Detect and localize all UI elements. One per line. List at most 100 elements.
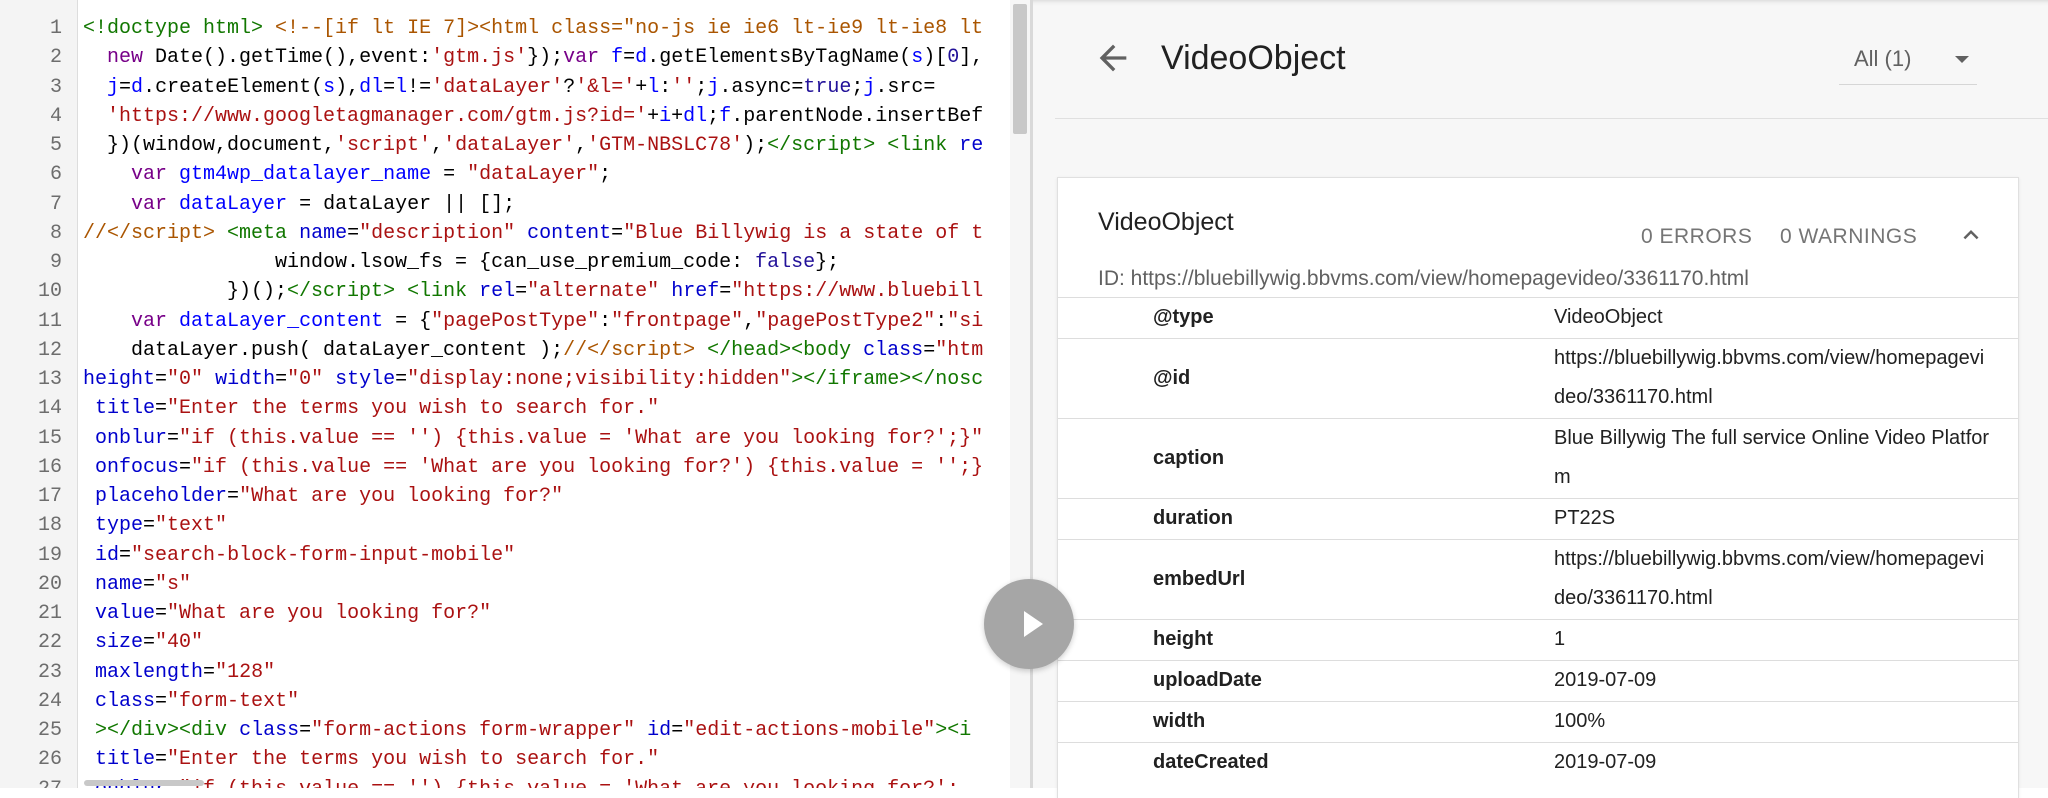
line-number: 26 — [37, 748, 62, 772]
property-value: https://bluebillywig.bbvms.com/view/home… — [1554, 548, 1985, 609]
filter-dropdown[interactable]: All (1) — [1839, 38, 1977, 85]
code-lines[interactable]: 1 <!doctype html> <!--[if lt IE 7]><html … — [0, 14, 1030, 788]
code-text[interactable]: })();</script> <link rel="alternate" hre… — [83, 277, 983, 306]
code-line[interactable]: 10 })();</script> <link rel="alternate" … — [0, 277, 1030, 306]
line-number: 24 — [37, 689, 62, 713]
line-number: 4 — [49, 104, 62, 128]
back-button[interactable] — [1093, 38, 1133, 78]
code-text[interactable]: ></div><div class="form-actions form-wra… — [83, 716, 971, 745]
property-row: height 1 — [1058, 619, 2018, 660]
play-icon — [1024, 611, 1043, 637]
code-line[interactable]: 8 //</script> <meta name="description" co… — [0, 219, 1030, 248]
property-value: Blue Billywig The full service Online Vi… — [1554, 427, 1990, 488]
code-text[interactable]: class="form-text" — [83, 687, 299, 716]
code-text[interactable]: placeholder="What are you looking for?" — [83, 482, 563, 511]
code-line[interactable]: 25 ></div><div class="form-actions form-… — [0, 716, 1030, 745]
property-value: https://bluebillywig.bbvms.com/view/home… — [1554, 347, 1985, 408]
errors-count: 0 ERRORS — [1641, 225, 1753, 248]
code-text[interactable]: window.lsow_fs = {can_use_premium_code: … — [83, 248, 839, 277]
code-text[interactable]: var gtm4wp_datalayer_name = "dataLayer"; — [83, 160, 611, 189]
code-line[interactable]: 21 value="What are you looking for?" — [0, 599, 1030, 628]
line-number: 2 — [49, 46, 62, 70]
results-pane: VideoObject All (1) VideoObject 0 ERRORS… — [1033, 0, 2048, 798]
line-number: 3 — [49, 75, 62, 99]
line-number: 12 — [37, 338, 62, 362]
code-line[interactable]: 23 maxlength="128" — [0, 658, 1030, 687]
code-text[interactable]: var dataLayer_content = {"pagePostType":… — [83, 307, 983, 336]
code-text[interactable]: j=d.createElement(s),dl=l!='dataLayer'?'… — [83, 73, 935, 102]
code-text[interactable]: //</script> <meta name="description" con… — [83, 219, 983, 248]
property-value: 100% — [1554, 710, 1606, 732]
run-test-button[interactable] — [984, 579, 1074, 669]
code-line[interactable]: 1 <!doctype html> <!--[if lt IE 7]><html … — [0, 14, 1030, 43]
line-number: 18 — [37, 514, 62, 538]
line-number: 6 — [49, 163, 62, 187]
code-line[interactable]: 15 onblur="if (this.value == '') {this.v… — [0, 424, 1030, 453]
code-line[interactable]: 12 dataLayer.push( dataLayer_content );/… — [0, 336, 1030, 365]
chevron-up-icon — [1963, 230, 1979, 240]
code-line[interactable]: 7 var dataLayer = dataLayer || []; — [0, 190, 1030, 219]
code-text[interactable]: dataLayer.push( dataLayer_content );//</… — [83, 336, 983, 365]
code-text[interactable]: title="Enter the terms you wish to searc… — [83, 394, 659, 423]
caret-down-icon — [1955, 56, 1969, 63]
code-text[interactable]: maxlength="128" — [83, 658, 275, 687]
property-row: uploadDate 2019-07-09 — [1058, 660, 2018, 701]
property-key: height — [1153, 628, 1213, 650]
code-line[interactable]: 24 class="form-text" — [0, 687, 1030, 716]
line-number: 23 — [37, 660, 62, 684]
header-divider — [1055, 118, 2048, 119]
code-text[interactable]: 'https://www.googletagmanager.com/gtm.js… — [83, 102, 983, 131]
line-number: 14 — [37, 397, 62, 421]
code-text[interactable]: <!doctype html> <!--[if lt IE 7]><html c… — [83, 14, 983, 43]
line-number: 11 — [37, 309, 62, 333]
code-text[interactable]: type="text" — [83, 511, 227, 540]
code-line[interactable]: 3 j=d.createElement(s),dl=l!='dataLayer'… — [0, 73, 1030, 102]
property-row: caption Blue Billywig The full service On… — [1058, 418, 2018, 498]
code-line[interactable]: 11 var dataLayer_content = {"pagePostTyp… — [0, 307, 1030, 336]
collapse-button[interactable] — [1956, 220, 1986, 250]
code-line[interactable]: 9 window.lsow_fs = {can_use_premium_code… — [0, 248, 1030, 277]
code-line[interactable]: 18 type="text" — [0, 511, 1030, 540]
line-number: 8 — [49, 221, 62, 245]
code-text[interactable]: onblur="if (this.value == '') {this.valu… — [83, 424, 983, 453]
property-value: 1 — [1554, 628, 1566, 650]
property-row: dateCreated 2019-07-09 — [1058, 742, 2018, 783]
page-title: VideoObject — [1161, 39, 1346, 77]
property-key: dateCreated — [1153, 751, 1269, 773]
code-horizontal-scrollbar-thumb[interactable] — [84, 780, 204, 786]
property-row: @id https://bluebillywig.bbvms.com/view/h… — [1058, 338, 2018, 418]
code-text[interactable]: new Date().getTime(),event:'gtm.js'});va… — [83, 43, 983, 72]
code-text[interactable]: height="0" width="0" style="display:none… — [83, 365, 983, 394]
line-number: 7 — [49, 192, 62, 216]
code-line[interactable]: 16 onfocus="if (this.value == 'What are … — [0, 453, 1030, 482]
code-line[interactable]: 6 var gtm4wp_datalayer_name = "dataLayer… — [0, 160, 1030, 189]
code-text[interactable]: value="What are you looking for?" — [83, 599, 491, 628]
code-line[interactable]: 13 height="0" width="0" style="display:no… — [0, 365, 1030, 394]
code-line[interactable]: 22 size="40" — [0, 628, 1030, 657]
code-text[interactable]: var dataLayer = dataLayer || []; — [83, 190, 515, 219]
code-line[interactable]: 17 placeholder="What are you looking for… — [0, 482, 1030, 511]
code-line[interactable]: 26 title="Enter the terms you wish to se… — [0, 745, 1030, 774]
code-text[interactable]: onfocus="if (this.value == 'What are you… — [83, 453, 983, 482]
line-number: 21 — [37, 602, 62, 625]
code-line[interactable]: 19 id="search-block-form-input-mobile" — [0, 541, 1030, 570]
code-text[interactable]: })(window,document,'script','dataLayer',… — [83, 131, 983, 160]
property-row: @type VideoObject — [1058, 297, 2018, 338]
code-line[interactable]: 2 new Date().getTime(),event:'gtm.js'});… — [0, 43, 1030, 72]
code-line[interactable]: 5 })(window,document,'script','dataLayer… — [0, 131, 1030, 160]
code-line[interactable]: 14 title="Enter the terms you wish to se… — [0, 394, 1030, 423]
code-text[interactable]: title="Enter the terms you wish to searc… — [83, 745, 659, 774]
line-number: 9 — [49, 251, 62, 274]
property-key: @id — [1153, 366, 1191, 389]
code-line[interactable]: 20 name="s" — [0, 570, 1030, 599]
property-key: duration — [1153, 507, 1233, 529]
result-card: VideoObject 0 ERRORS 0 WARNINGS ID: http… — [1057, 177, 2019, 798]
code-scrollbar-thumb[interactable] — [1013, 4, 1027, 134]
code-text[interactable]: size="40" — [83, 628, 203, 657]
code-line[interactable]: 4 'https://www.googletagmanager.com/gtm.… — [0, 102, 1030, 131]
property-key: width — [1153, 710, 1206, 732]
code-text[interactable]: name="s" — [83, 570, 191, 599]
code-text[interactable]: onblur="if (this.value == '') {this.valu… — [83, 775, 959, 789]
code-editor[interactable]: 1 <!doctype html> <!--[if lt IE 7]><html … — [0, 0, 1030, 788]
code-text[interactable]: id="search-block-form-input-mobile" — [83, 541, 515, 570]
